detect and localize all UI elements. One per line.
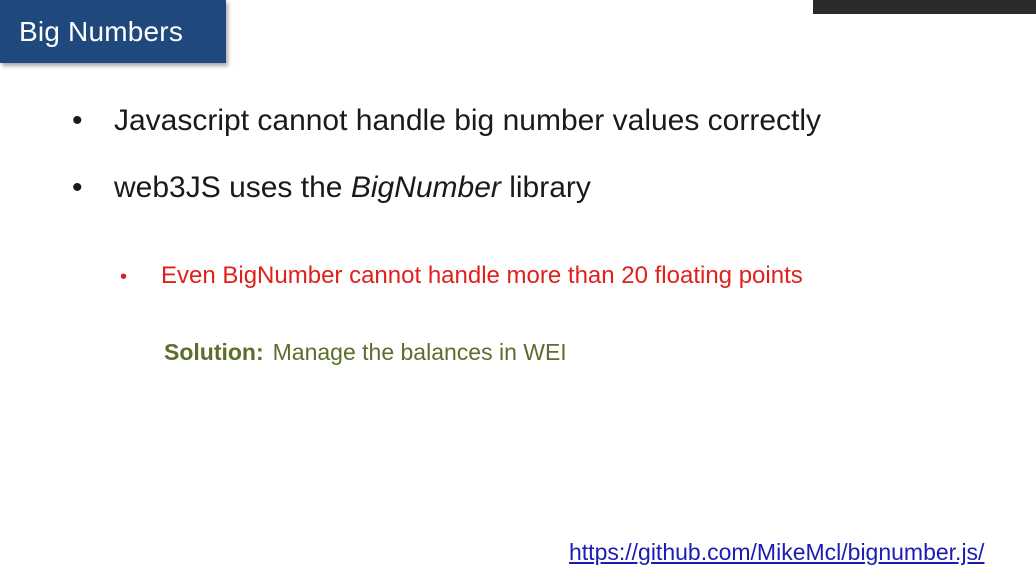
bullet-text-prefix: web3JS uses the — [114, 171, 351, 204]
bullet-marker: • — [72, 104, 83, 137]
slide-title-bar: Big Numbers — [0, 0, 226, 63]
bullet-text-emphasis: BigNumber — [350, 171, 501, 204]
bullet-text: web3JS uses the BigNumber library — [114, 171, 591, 205]
bullet-marker: • — [72, 171, 83, 204]
solution-text: Manage the balances in WEI — [272, 339, 567, 365]
bullet-item-web3js: • web3JS uses the BigNumber library — [72, 171, 591, 205]
sub-bullet-item-bignumber-limit: • Even BigNumber cannot handle more than… — [120, 262, 803, 290]
bignumber-github-link[interactable]: https://github.com/MikeMcl/bignumber.js/ — [569, 539, 984, 566]
slide-title: Big Numbers — [19, 15, 184, 47]
bullet-item-javascript: • Javascript cannot handle big number va… — [72, 104, 821, 138]
sub-bullet-marker: • — [120, 266, 128, 288]
sub-bullet-text: Even BigNumber cannot handle more than 2… — [161, 262, 803, 289]
solution-line: Solution: Manage the balances in WEI — [164, 339, 567, 366]
solution-label: Solution: — [164, 339, 264, 365]
bullet-text: Javascript cannot handle big number valu… — [114, 104, 822, 137]
bullet-text-suffix: library — [500, 171, 591, 204]
window-overlay-strip — [813, 0, 1036, 14]
